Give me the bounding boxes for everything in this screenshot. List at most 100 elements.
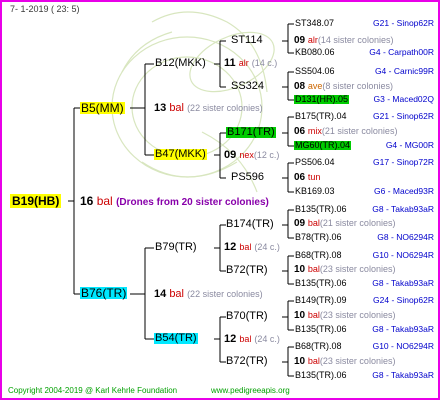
gen4-location-11: G8 - Takab93aR xyxy=(372,278,434,288)
gen3-race-2: mix xyxy=(307,126,322,136)
gen1-number-0: 13 xyxy=(154,102,167,114)
gen4-queen-0[interactable]: ST348.07 xyxy=(295,19,334,28)
gen3-note-5: (23 sister colonies) xyxy=(319,264,396,274)
gen1-race-0: bal xyxy=(169,102,184,114)
gen3-info-1: 08 ave(8 sister colonies) xyxy=(294,82,393,92)
gen3-info-3: 06 tun xyxy=(294,173,320,183)
gen4-location-8: G8 - Takab93aR xyxy=(372,204,434,214)
gen2-queen-2[interactable]: B79(TR) xyxy=(155,242,197,253)
gen4-location-13: G8 - Takab93aR xyxy=(372,324,434,334)
gen3-info-0: 09 alr(14 sister colonies) xyxy=(294,36,393,46)
gen1-queen-0[interactable]: B5(MM) xyxy=(80,102,125,114)
gen3-race-4: bal xyxy=(307,218,320,228)
gen3-number-6: 10 xyxy=(294,310,306,321)
gen2-note-0: (14 c.) xyxy=(251,58,278,68)
gen4-queen-5[interactable]: MG60(TR).04 xyxy=(294,141,352,150)
gen4-location-14: G10 - NO6294R xyxy=(372,341,434,351)
gen4-location-12: G24 - Sinop62R xyxy=(373,295,434,305)
gen4-location-7: G6 - Maced93R xyxy=(374,186,434,196)
gen4-queen-11[interactable]: B135(TR).06 xyxy=(295,279,347,288)
header-date: 7- 1-2019 ( 23: 5) xyxy=(10,4,80,14)
gen3-queen-1[interactable]: SS324 xyxy=(231,81,264,92)
gen3-number-7: 10 xyxy=(294,356,306,367)
gen2-race-1: nex xyxy=(239,150,254,160)
gen3-queen-5[interactable]: B72(TR) xyxy=(226,265,268,276)
gen3-number-4: 09 xyxy=(294,218,306,229)
gen3-note-1: (8 sister colonies) xyxy=(322,81,393,91)
gen4-location-4: G21 - Sinop62R xyxy=(373,111,434,121)
root-queen[interactable]: B19(HB) xyxy=(10,194,62,208)
gen2-queen-1[interactable]: B47(MKK) xyxy=(154,149,207,160)
root-race: bal xyxy=(96,194,113,208)
gen2-number-3: 12 xyxy=(224,333,237,345)
gen2-race-3: bal xyxy=(239,334,252,344)
gen4-location-6: G17 - Sinop72R xyxy=(373,157,434,167)
gen4-queen-1[interactable]: KB080.06 xyxy=(295,48,335,57)
gen3-race-6: bal xyxy=(307,310,320,320)
gen4-queen-13[interactable]: B135(TR).06 xyxy=(295,325,347,334)
footer-site-link[interactable]: www.pedigreeapis.org xyxy=(211,387,290,395)
gen1-queen-1[interactable]: B76(TR) xyxy=(80,287,128,299)
gen4-location-0: G21 - Sinop62R xyxy=(373,18,434,28)
gen2-number-2: 12 xyxy=(224,241,237,253)
gen2-info-1: 09 nex(12 c.) xyxy=(224,150,279,161)
gen1-number-1: 14 xyxy=(154,288,167,300)
gen2-queen-0[interactable]: B12(MKK) xyxy=(155,58,206,69)
gen3-queen-6[interactable]: B70(TR) xyxy=(226,311,268,322)
gen4-queen-12[interactable]: B149(TR).09 xyxy=(295,296,347,305)
gen1-note-0: (22 sister colonies) xyxy=(187,103,263,113)
gen4-queen-14[interactable]: B68(TR).08 xyxy=(295,342,342,351)
gen4-location-2: G4 - Carnic99R xyxy=(374,66,434,76)
gen3-queen-3[interactable]: PS596 xyxy=(231,172,264,183)
pedigree-frame: { "header": { "date": "7- 1-2019 ( 23: 5… xyxy=(0,0,440,400)
gen1-note-1: (22 sister colonies) xyxy=(187,289,263,299)
gen2-info-0: 11 alr (14 c.) xyxy=(224,58,277,69)
gen2-race-0: alr xyxy=(238,58,249,68)
gen1-info-1: 14 bal (22 sister colonies) xyxy=(154,289,263,300)
gen2-note-2: (24 c.) xyxy=(254,242,280,252)
gen2-number-1: 09 xyxy=(224,149,237,161)
gen3-note-6: (23 sister colonies) xyxy=(319,310,396,320)
gen2-queen-3[interactable]: B54(TR) xyxy=(154,333,198,344)
gen3-number-0: 09 xyxy=(294,35,306,46)
gen4-location-10: G10 - NO6294R xyxy=(372,250,434,260)
root-info: 16 bal (Drones from 20 sister colonies) xyxy=(80,195,269,208)
gen3-queen-7[interactable]: B72(TR) xyxy=(226,356,268,367)
gen2-note-3: (24 c.) xyxy=(254,334,280,344)
gen3-race-1: ave xyxy=(307,81,323,91)
gen3-queen-4[interactable]: B174(TR) xyxy=(226,219,274,230)
gen3-queen-2[interactable]: B171(TR) xyxy=(226,127,276,138)
gen4-location-15: G8 - Takab93aR xyxy=(372,370,434,380)
gen4-location-1: G4 - Carpath00R xyxy=(369,47,434,57)
gen4-queen-6[interactable]: PS506.04 xyxy=(295,158,335,167)
gen4-queen-8[interactable]: B135(TR).06 xyxy=(295,205,347,214)
gen2-number-0: 11 xyxy=(224,57,236,69)
gen4-queen-2[interactable]: SS504.06 xyxy=(295,67,335,76)
gen2-info-3: 12 bal (24 c.) xyxy=(224,334,280,345)
gen4-queen-10[interactable]: B68(TR).08 xyxy=(295,251,342,260)
gen3-queen-0[interactable]: ST114 xyxy=(231,35,263,46)
gen3-note-4: (21 sister colonies) xyxy=(319,218,396,228)
gen2-note-1: (12 c.) xyxy=(253,150,280,160)
gen3-info-5: 10 bal(23 sister colonies) xyxy=(294,265,395,275)
gen4-queen-4[interactable]: B175(TR).04 xyxy=(295,112,347,121)
gen3-race-3: tun xyxy=(307,172,321,182)
gen2-info-2: 12 bal (24 c.) xyxy=(224,242,280,253)
gen4-queen-7[interactable]: KB169.03 xyxy=(295,187,335,196)
gen4-location-3: G3 - Maced02Q xyxy=(373,94,434,104)
gen3-number-3: 06 xyxy=(294,172,306,183)
gen2-race-2: bal xyxy=(239,242,252,252)
gen4-queen-3[interactable]: D131(HR).05 xyxy=(294,95,350,104)
root-note: (Drones from 20 sister colonies) xyxy=(116,197,269,208)
gen3-note-0: (14 sister colonies) xyxy=(317,35,394,45)
gen3-info-2: 06 mix(21 sister colonies) xyxy=(294,127,397,137)
gen3-info-7: 10 bal(23 sister colonies) xyxy=(294,357,395,367)
gen1-info-0: 13 bal (22 sister colonies) xyxy=(154,103,263,114)
gen3-number-1: 08 xyxy=(294,81,306,92)
gen3-race-5: bal xyxy=(307,264,320,274)
gen3-info-4: 09 bal(21 sister colonies) xyxy=(294,219,395,229)
gen4-queen-9[interactable]: B78(TR).06 xyxy=(295,233,342,242)
gen3-race-0: alr xyxy=(307,35,318,45)
gen4-queen-15[interactable]: B135(TR).06 xyxy=(295,371,347,380)
gen3-number-2: 06 xyxy=(294,126,306,137)
